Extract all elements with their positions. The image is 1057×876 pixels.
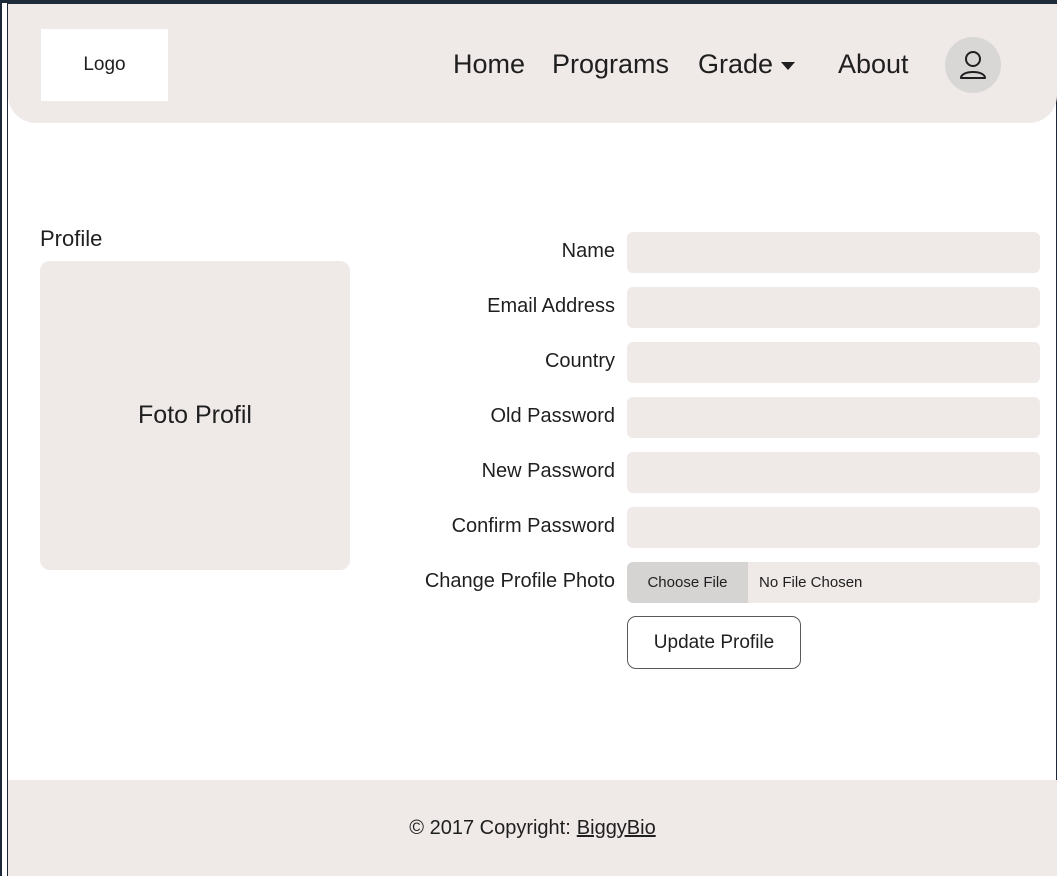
name-row: Name [0,232,1057,273]
old-password-field[interactable] [627,397,1040,438]
nav-programs-link[interactable]: Programs [552,49,669,80]
name-label: Name [561,240,615,262]
new-password-field[interactable] [627,452,1040,493]
new-password-label: New Password [481,460,615,482]
photo-upload-row: Change Profile Photo Choose File No File… [0,562,1057,603]
country-field[interactable] [627,342,1040,383]
country-row: Country [0,342,1057,383]
copyright-text: © 2017 Copyright: [409,816,571,839]
update-profile-button[interactable]: Update Profile [627,616,801,669]
file-status-text: No File Chosen [759,574,863,591]
email-row: Email Address [0,287,1057,328]
nav-about-link[interactable]: About [838,49,909,80]
name-field[interactable] [627,232,1040,273]
navbar: Logo Home Programs Grade About [8,4,1057,123]
photo-file-input: Choose File No File Chosen [627,562,1040,603]
old-password-row: Old Password [0,397,1057,438]
choose-file-button[interactable]: Choose File [627,562,748,603]
confirm-password-row: Confirm Password [0,507,1057,548]
old-password-label: Old Password [490,405,616,427]
email-field[interactable] [627,287,1040,328]
account-avatar[interactable] [945,37,1001,93]
biggybio-link[interactable]: BiggyBio [577,817,656,840]
email-label: Email Address [487,295,615,317]
nav-grade-dropdown[interactable]: Grade [698,49,796,80]
nav-home-link[interactable]: Home [453,49,525,80]
user-icon [960,51,986,79]
photo-upload-label: Change Profile Photo [424,570,615,592]
footer: © 2017 Copyright: BiggyBio [8,780,1057,876]
confirm-password-label: Confirm Password [451,515,615,537]
main-nav: Home Programs Grade About [8,4,1057,123]
nav-grade-label: Grade [698,49,774,79]
new-password-row: New Password [0,452,1057,493]
confirm-password-field[interactable] [627,507,1040,548]
caret-down-icon [781,61,796,70]
country-label: Country [544,350,615,372]
